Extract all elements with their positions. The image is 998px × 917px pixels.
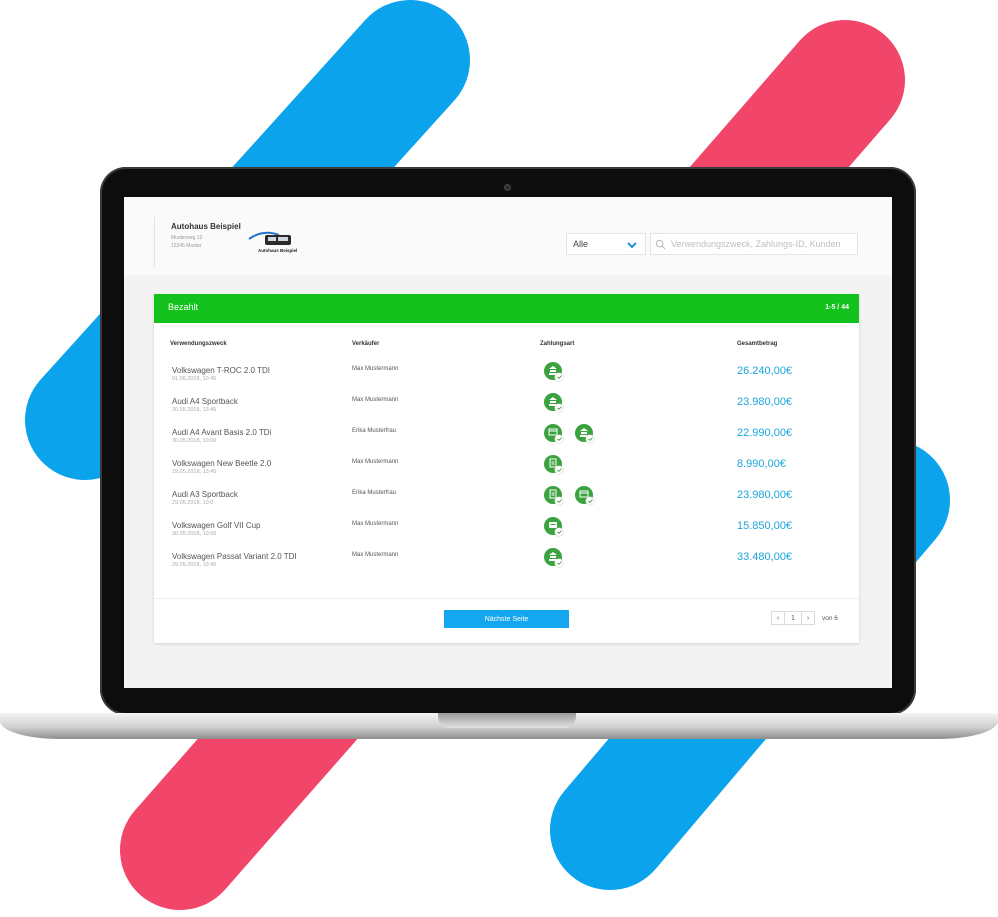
dealer-logo: Autohaus Beispiel (248, 231, 297, 253)
check-icon (555, 466, 563, 474)
row-amount: 15.850,00€ (737, 520, 793, 532)
search-input[interactable] (671, 237, 855, 251)
company-info: Autohaus Beispiel Musterweg 12 12345 Mus… (154, 217, 297, 267)
pagination: ‹ 1 › von 6 (771, 610, 838, 626)
row-seller: Erika Musterfrau (352, 428, 397, 434)
row-date: 30.05.2018, 10:00 (172, 438, 217, 444)
bank-transfer-icon (575, 424, 594, 443)
table-row[interactable]: Volkswagen Golf VII Cup 30.05.2018, 10:00… (154, 517, 859, 552)
row-purpose: Volkswagen Golf VII Cup (172, 521, 261, 530)
search-icon (655, 239, 666, 250)
column-header-amount: Gesamtbetrag (737, 341, 778, 347)
page-number[interactable]: 1 (785, 611, 801, 625)
card-payment-icon (544, 424, 563, 443)
row-purpose: Volkswagen Passat Variant 2.0 TDI (172, 552, 297, 561)
row-seller: Max Mustermann (352, 366, 399, 372)
table-row[interactable]: Volkswagen Passat Variant 2.0 TDI 29.05.2… (154, 548, 859, 583)
card-title: Bezahlt (168, 302, 199, 312)
table-row[interactable]: Audi A4 Sportback 30.05.2018, 13:45 Max Mu… (154, 393, 859, 428)
result-range: 1-5 / 44 (825, 304, 849, 311)
column-header-payment: Zahlungsart (540, 341, 575, 347)
logo-text: Autohaus Beispiel (258, 248, 297, 253)
row-amount: 23.980,00€ (737, 489, 793, 501)
row-purpose: Audi A4 Avant Basis 2.0 TDi (172, 428, 272, 437)
status-filter-value: Alle (573, 239, 589, 249)
table-row[interactable]: Audi A3 Sportback 29.05.2018, 10:0 Erika M… (154, 486, 859, 521)
chevron-down-icon (627, 242, 637, 249)
row-amount: 33.480,00€ (737, 551, 793, 563)
card-icon (544, 517, 563, 536)
row-date: 30.05.2018, 10:00 (172, 531, 217, 537)
next-page-arrow-button[interactable]: › (801, 611, 815, 625)
next-page-button[interactable]: Nächste Seite (444, 610, 569, 628)
row-payment-methods (544, 424, 594, 446)
bank-transfer-icon (544, 362, 563, 381)
company-address-line2: 12345 Muster (171, 243, 202, 249)
row-date: 01.06.2018, 10:45 (172, 376, 217, 382)
row-seller: Max Mustermann (352, 397, 399, 403)
row-purpose: Audi A3 Sportback (172, 490, 238, 499)
company-name: Autohaus Beispiel (171, 222, 241, 231)
payments-card: Bezahlt 1-5 / 44 Verwendungszweck Verkäu… (154, 294, 859, 643)
check-icon (555, 373, 563, 381)
card-payment-icon (575, 486, 594, 505)
check-icon (555, 497, 563, 505)
row-payment-methods (544, 455, 563, 477)
company-address-line1: Musterweg 12 (171, 235, 203, 241)
app-header: Autohaus Beispiel Musterweg 12 12345 Mus… (124, 197, 892, 275)
row-date: 29.05.2018, 13:45 (172, 562, 217, 568)
search-box (650, 233, 858, 255)
laptop-notch (438, 713, 576, 728)
laptop-screen: Autohaus Beispiel Musterweg 12 12345 Mus… (124, 197, 892, 688)
bank-transfer-icon (544, 393, 563, 412)
row-purpose: Volkswagen T-ROC 2.0 TDI (172, 366, 270, 375)
column-header-purpose: Verwendungszweck (170, 341, 227, 347)
check-icon (555, 404, 563, 412)
page-total: von 6 (822, 614, 838, 622)
card-header: Bezahlt 1-5 / 44 (154, 294, 859, 323)
row-payment-methods (544, 362, 563, 384)
row-payment-methods (544, 517, 563, 539)
row-payment-methods (544, 486, 594, 508)
row-amount: 26.240,00€ (737, 365, 793, 377)
check-icon (586, 497, 594, 505)
bank-transfer-icon (544, 548, 563, 567)
table-row[interactable]: Audi A4 Avant Basis 2.0 TDi 30.05.2018, 1… (154, 424, 859, 459)
row-payment-methods (544, 548, 563, 570)
row-payment-methods (544, 393, 563, 415)
table-row[interactable]: Volkswagen New Beetle 2.0 29.05.2018, 13:… (154, 455, 859, 490)
row-date: 30.05.2018, 13:45 (172, 407, 217, 413)
check-icon (586, 435, 594, 443)
row-date: 29.05.2018, 13:45 (172, 469, 217, 475)
row-purpose: Audi A4 Sportback (172, 397, 238, 406)
invoice-icon (544, 455, 563, 474)
previous-page-button[interactable]: ‹ (771, 611, 785, 625)
table-row[interactable]: Volkswagen T-ROC 2.0 TDI 01.06.2018, 10:4… (154, 362, 859, 397)
row-seller: Max Mustermann (352, 521, 399, 527)
check-icon (555, 559, 563, 567)
divider (154, 598, 859, 599)
check-icon (555, 435, 563, 443)
webcam (504, 184, 511, 191)
invoice-icon (544, 486, 563, 505)
status-filter-select[interactable]: Alle (566, 233, 646, 255)
row-amount: 23.980,00€ (737, 396, 793, 408)
row-seller: Max Mustermann (352, 459, 399, 465)
column-header-seller: Verkäufer (352, 341, 380, 347)
row-seller: Erika Musterfrau (352, 490, 397, 496)
row-seller: Max Mustermann (352, 552, 399, 558)
row-purpose: Volkswagen New Beetle 2.0 (172, 459, 272, 468)
row-date: 29.05.2018, 10:0 (172, 500, 214, 506)
row-amount: 22.990,00€ (737, 427, 793, 439)
row-amount: 8.990,00€ (737, 458, 786, 470)
check-icon (555, 528, 563, 536)
